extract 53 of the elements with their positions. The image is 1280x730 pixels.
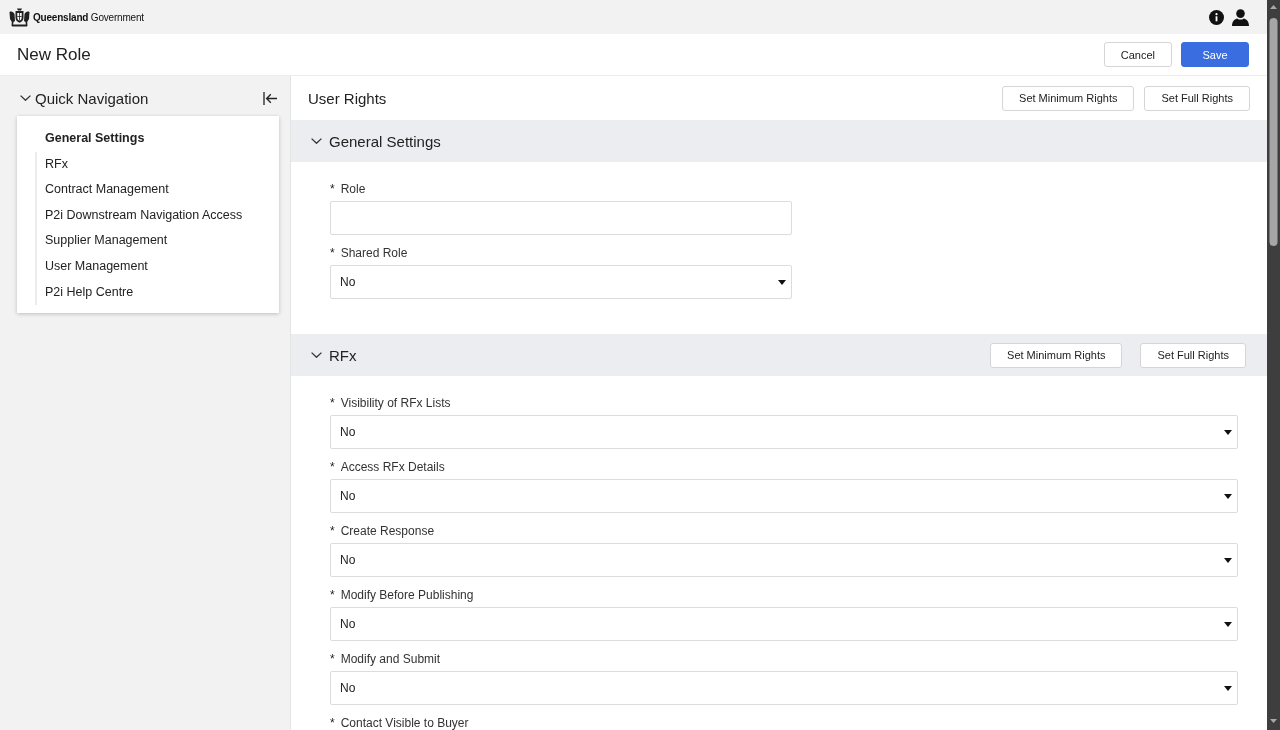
caret-icon	[778, 279, 786, 285]
caret-icon	[1224, 685, 1232, 691]
navigation-link[interactable]: Supplier Management	[35, 228, 279, 254]
caret-icon	[1224, 621, 1232, 627]
field-label: Create Response	[340, 524, 435, 538]
required-marker: *	[330, 182, 335, 196]
collapse-panel-icon[interactable]	[263, 91, 277, 105]
rights-button[interactable]: Set Minimum Rights	[990, 342, 1123, 368]
section-toggle[interactable]: RFx	[311, 346, 357, 364]
quick-navigation-toggle[interactable]: Quick Navigation	[20, 89, 149, 107]
rights-button[interactable]: Set Full Rights	[1144, 85, 1250, 111]
field-label: Access RFx Details	[340, 460, 445, 474]
user-icon[interactable]	[1232, 8, 1249, 26]
navigation-link[interactable]: User Management	[35, 253, 279, 280]
field-label: Role	[340, 182, 366, 196]
required-marker: *	[330, 588, 335, 602]
navigation-link[interactable]: Contract Management	[35, 177, 279, 203]
secondary-button[interactable]: Cancel	[1103, 42, 1172, 67]
dropdown-select[interactable]: No	[330, 543, 1238, 577]
page-title: New Role	[17, 44, 91, 65]
navigation-link[interactable]: P2i Downstream Navigation Access	[35, 202, 279, 229]
scrollbar[interactable]	[1267, 0, 1280, 730]
dropdown-select[interactable]: No	[330, 265, 792, 299]
dropdown-select[interactable]: No	[330, 671, 1238, 705]
required-marker: *	[330, 524, 335, 538]
panel-title: User Rights	[308, 89, 387, 107]
navigation-link[interactable]: RFx	[35, 151, 279, 178]
dropdown-select[interactable]: No	[330, 607, 1238, 641]
primary-button[interactable]: Save	[1181, 42, 1249, 67]
field-label: Visibility of RFx Lists	[340, 396, 451, 410]
logo-text: Queensland Government	[33, 11, 144, 23]
field-label: Modify and Submit	[340, 652, 441, 666]
required-marker: *	[330, 396, 335, 410]
required-marker: *	[330, 652, 335, 666]
navigation-link[interactable]: General Settings	[35, 126, 279, 152]
required-marker: *	[330, 246, 335, 260]
caret-icon	[1224, 557, 1232, 563]
section-toggle[interactable]: General Settings	[311, 132, 441, 150]
field-label: Modify Before Publishing	[340, 588, 474, 602]
text-input[interactable]	[330, 201, 792, 235]
rights-button[interactable]: Set Full Rights	[1140, 342, 1246, 368]
required-marker: *	[330, 460, 335, 474]
info-icon[interactable]	[1209, 9, 1224, 25]
field-label: Shared Role	[340, 246, 408, 260]
required-marker: *	[330, 716, 335, 730]
dropdown-select[interactable]: No	[330, 415, 1238, 449]
caret-icon	[1224, 429, 1232, 435]
caret-icon	[1224, 493, 1232, 499]
field-label: Contact Visible to Buyer	[340, 716, 469, 730]
navigation-link[interactable]: P2i Help Centre	[35, 279, 279, 306]
crest-icon	[9, 7, 30, 27]
rights-button[interactable]: Set Minimum Rights	[1002, 85, 1135, 111]
dropdown-select[interactable]: No	[330, 479, 1238, 513]
